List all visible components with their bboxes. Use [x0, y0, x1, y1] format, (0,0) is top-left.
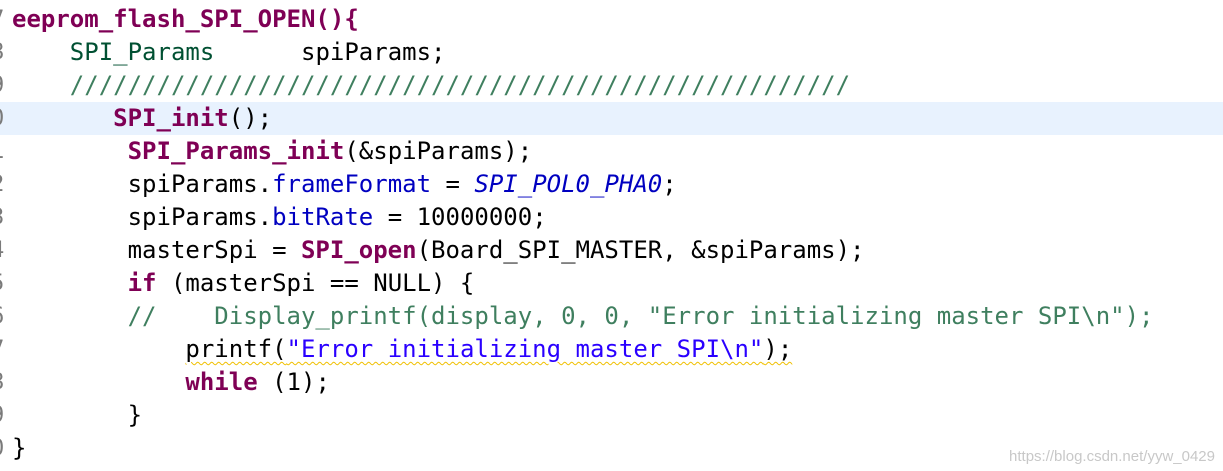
code-token: ; [662, 170, 677, 198]
code-text: SPI_init(); [12, 102, 272, 135]
code-token: ////////////////////////////////////////… [69, 71, 851, 99]
code-line[interactable]: 2 spiParams.frameFormat = SPI_POL0_PHA0; [0, 168, 1223, 201]
code-text: ////////////////////////////////////////… [12, 69, 850, 102]
line-number: 4 [0, 234, 11, 267]
code-token: frameFormat [272, 170, 432, 198]
code-text: if (masterSpi == NULL) { [12, 267, 475, 300]
code-line[interactable]: 7 printf("Error initializing master SPI\… [0, 333, 1223, 366]
line-number: 7 [0, 3, 11, 36]
code-token: SPI_Params_init [127, 137, 345, 165]
line-number: 0 [0, 432, 11, 465]
code-token: (Board_SPI_MASTER, &spiParams); [416, 236, 865, 264]
code-token: (1); [257, 368, 330, 396]
code-token: } [12, 434, 27, 462]
code-token: SPI_init [113, 104, 229, 132]
code-line[interactable]: 1 SPI_Params_init(&spiParams); [0, 135, 1223, 168]
code-text: } [12, 399, 142, 432]
code-token: spiParams. [12, 170, 273, 198]
line-number: 9 [0, 399, 11, 432]
code-text: SPI_Params spiParams; [12, 36, 446, 69]
line-number: 5 [0, 267, 11, 300]
code-line[interactable]: 9 } [0, 399, 1223, 432]
line-number: 1 [0, 135, 11, 168]
code-line[interactable]: 4 masterSpi = SPI_open(Board_SPI_MASTER,… [0, 234, 1223, 267]
code-line[interactable]: 8 while (1); [0, 366, 1223, 399]
code-token: (&spiParams); [344, 137, 533, 165]
code-line[interactable]: 8 SPI_Params spiParams; [0, 36, 1223, 69]
code-token: masterSpi = [12, 236, 301, 264]
code-text: spiParams.bitRate = 10000000; [12, 201, 547, 234]
code-line[interactable]: 5 if (masterSpi == NULL) { [0, 267, 1223, 300]
watermark: https://blog.csdn.net/yyw_0429 [1009, 448, 1215, 465]
code-token: bitRate [272, 203, 374, 231]
code-token: SPI_Params [69, 38, 215, 66]
line-number: 7 [0, 333, 11, 366]
code-text: eeprom_flash_SPI_OPEN(){ [12, 3, 359, 36]
code-text: } [12, 432, 26, 465]
code-text: printf("Error initializing master SPI\n"… [12, 333, 792, 366]
code-text: spiParams.frameFormat = SPI_POL0_PHA0; [12, 168, 677, 201]
code-token: while [185, 368, 258, 396]
code-text: masterSpi = SPI_open(Board_SPI_MASTER, &… [12, 234, 865, 267]
code-line[interactable]: 7eeprom_flash_SPI_OPEN(){ [0, 3, 1223, 36]
code-token: spiParams; [214, 38, 446, 66]
code-text: SPI_Params_init(&spiParams); [12, 135, 533, 168]
line-number: 9 [0, 69, 11, 102]
code-text: // Display_printf(display, 0, 0, "Error … [12, 300, 1154, 333]
line-number: 6 [0, 300, 11, 333]
code-token: } [12, 401, 143, 429]
code-text: while (1); [12, 366, 330, 399]
code-line[interactable]: 3 spiParams.bitRate = 10000000; [0, 201, 1223, 234]
code-token: // Display_printf(display, 0, 0, "Error … [127, 302, 1154, 330]
code-editor[interactable]: 7eeprom_flash_SPI_OPEN(){8 SPI_Params sp… [0, 0, 1223, 471]
code-token: (); [228, 104, 273, 132]
line-number: 2 [0, 168, 11, 201]
line-number: 8 [0, 36, 11, 69]
line-number: 0 [0, 102, 11, 135]
code-token: eeprom_flash_SPI_OPEN(){ [12, 5, 359, 33]
line-number: 3 [0, 201, 11, 234]
code-token: = [431, 170, 475, 198]
code-token: if [127, 269, 157, 297]
code-token: SPI_POL0_PHA0 [474, 170, 663, 198]
code-line[interactable]: 0 SPI_init(); [0, 102, 1223, 135]
code-line[interactable]: 6 // Display_printf(display, 0, 0, "Erro… [0, 300, 1223, 333]
code-token: spiParams. [12, 203, 273, 231]
line-number: 8 [0, 366, 11, 399]
code-token: ); [763, 335, 793, 363]
code-token: printf( [185, 335, 287, 363]
code-line[interactable]: 9 //////////////////////////////////////… [0, 69, 1223, 102]
code-token: = 10000000; [373, 203, 547, 231]
code-token: (masterSpi == NULL) { [156, 269, 475, 297]
code-token: "Error initializing master SPI\n" [286, 335, 764, 363]
code-token: SPI_open [300, 236, 417, 264]
